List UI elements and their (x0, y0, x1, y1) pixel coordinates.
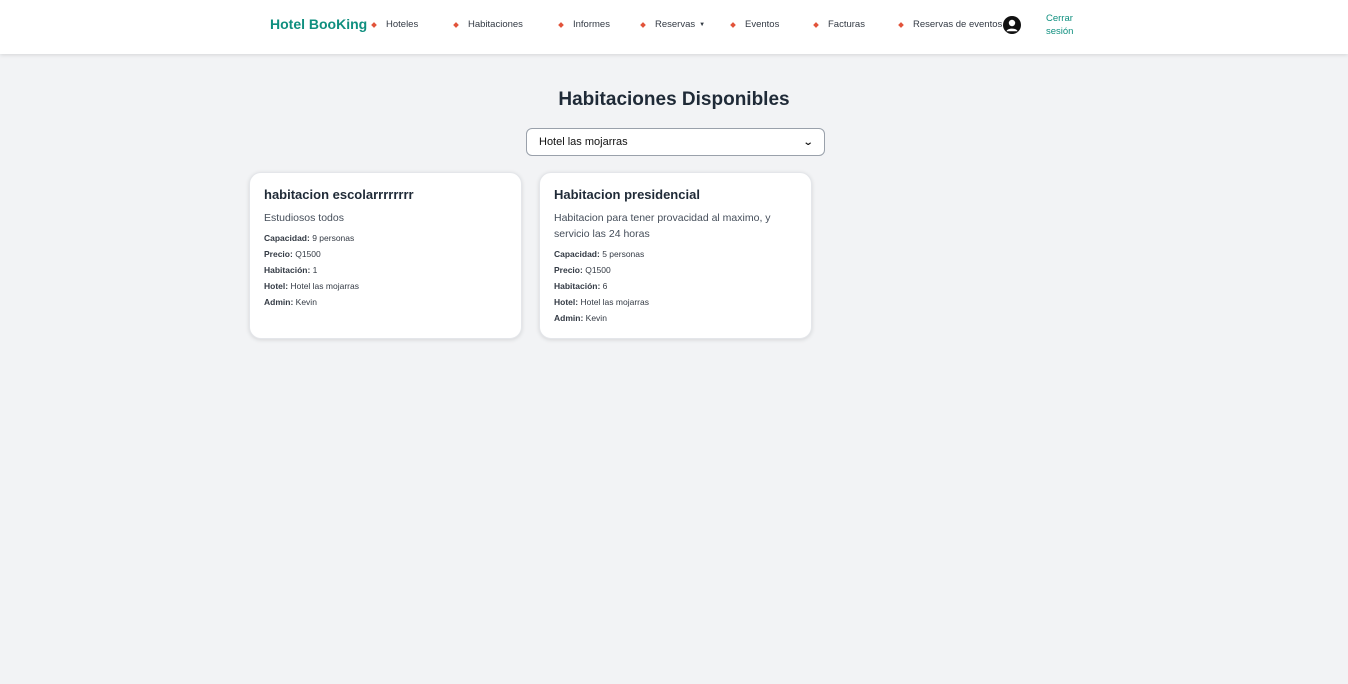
field-label: Precio: (264, 249, 293, 259)
nav-item-eventos[interactable]: Eventos (730, 19, 780, 30)
chevron-down-icon: ⌄ (802, 136, 814, 148)
caret-down-icon: ▼ (699, 21, 706, 28)
field-value: Q1500 (295, 249, 321, 259)
field-value: 9 personas (312, 233, 355, 243)
room-capacity: Capacidad: 5 personas (554, 246, 797, 262)
hotel-select[interactable]: Hotel las mojarras ⌄ (526, 128, 825, 156)
bullet-icon (898, 21, 904, 28)
room-admin: Admin: Kevin (264, 294, 507, 310)
room-number: Habitación: 6 (554, 278, 797, 294)
nav-item-label: Reservas (655, 19, 696, 30)
field-label: Habitación: (554, 281, 601, 291)
field-value: 1 (312, 265, 318, 275)
nav-item-label: Reservas de eventos (913, 19, 1003, 30)
room-capacity: Capacidad: 9 personas (264, 230, 507, 246)
room-price: Precio: Q1500 (264, 246, 507, 262)
nav-item-label: Habitaciones (468, 19, 523, 30)
room-name: habitacion escolarrrrrrrr (264, 187, 414, 202)
nav-item-reservas-de-eventos[interactable]: Reservas de eventos (898, 19, 1003, 30)
field-label: Hotel: (554, 297, 579, 307)
nav-item-reservas[interactable]: Reservas ▼ (640, 19, 706, 30)
field-label: Hotel: (264, 281, 289, 291)
field-value: Hotel las mojarras (290, 281, 359, 291)
page-title: Habitaciones Disponibles (558, 89, 790, 110)
room-price: Precio: Q1500 (554, 262, 797, 278)
field-label: Admin: (554, 313, 584, 323)
room-hotel: Hotel: Hotel las mojarras (554, 294, 797, 310)
field-label: Capacidad: (554, 249, 600, 259)
bullet-icon (558, 21, 564, 28)
user-avatar-icon[interactable] (1003, 16, 1021, 34)
field-value: 5 personas (602, 249, 645, 259)
field-value: 6 (602, 281, 608, 291)
bullet-icon (453, 21, 459, 28)
room-name: Habitacion presidencial (554, 187, 700, 202)
navbar: Hotel BooKing Hoteles Habitaciones Infor… (0, 0, 1348, 54)
nav-item-informes[interactable]: Informes (558, 19, 610, 30)
field-value: Hotel las mojarras (580, 297, 649, 307)
room-number: Habitación: 1 (264, 262, 507, 278)
brand-logo[interactable]: Hotel BooKing (270, 16, 367, 32)
room-hotel: Hotel: Hotel las mojarras (264, 278, 507, 294)
field-value: Q1500 (585, 265, 611, 275)
room-description: Estudiosos todos (264, 212, 344, 224)
nav-item-habitaciones[interactable]: Habitaciones (453, 19, 523, 30)
nav-item-hoteles[interactable]: Hoteles (371, 19, 419, 30)
nav-item-facturas[interactable]: Facturas (813, 19, 865, 30)
room-description: Habitacion para tener provacidad al maxi… (554, 212, 771, 240)
nav-item-label: Eventos (745, 19, 780, 30)
nav-item-label: Facturas (828, 19, 865, 30)
field-label: Capacidad: (264, 233, 310, 243)
field-label: Admin: (264, 297, 294, 307)
nav-item-label: Informes (573, 19, 610, 30)
room-admin: Admin: Kevin (554, 310, 797, 326)
field-label: Precio: (554, 265, 583, 275)
nav-item-label: Hoteles (386, 19, 419, 30)
bullet-icon (640, 21, 646, 28)
bullet-icon (730, 21, 736, 28)
field-label: Habitación: (264, 265, 311, 275)
field-value: Kevin (585, 313, 607, 323)
room-card: Habitacion presidencial Habitacion para … (539, 172, 812, 339)
hotel-select-value: Hotel las mojarras (539, 136, 628, 148)
logout-link[interactable]: Cerrar sesión (1046, 12, 1086, 38)
bullet-icon (371, 21, 377, 28)
field-value: Kevin (295, 297, 317, 307)
bullet-icon (813, 21, 819, 28)
room-card: habitacion escolarrrrrrrr Estudiosos tod… (249, 172, 522, 339)
